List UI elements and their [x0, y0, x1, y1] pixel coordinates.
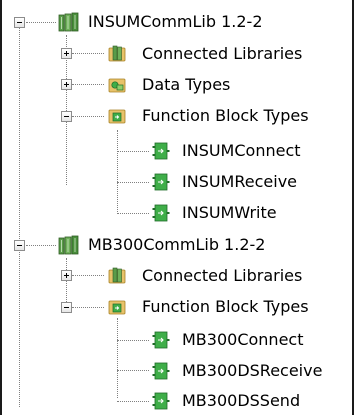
lib1-data-types-label: Data Types: [142, 75, 231, 94]
lib1-function-block-types-label: Function Block Types: [142, 106, 309, 125]
expand-lib1-connected-toggle[interactable]: [61, 48, 72, 59]
collapse-lib2-toggle[interactable]: [14, 240, 25, 251]
tree-node-mb300-connect[interactable]: MB300Connect: [152, 324, 303, 355]
collapse-lib1-toggle[interactable]: [14, 17, 25, 28]
fb-item-label: INSUMConnect: [182, 141, 301, 160]
lib2-connected-libraries-label: Connected Libraries: [142, 266, 303, 285]
library-books-icon: [58, 12, 80, 32]
lib2-name: MB300CommLib 1.2-2: [88, 235, 266, 254]
connector: [117, 213, 149, 214]
tree-node-lib1-connected-libraries[interactable]: Connected Libraries: [108, 38, 302, 69]
fb-item-label: INSUMWrite: [182, 203, 277, 222]
tree-node-lib2-function-block-types[interactable]: Function Block Types: [108, 291, 309, 322]
function-block-icon: [152, 173, 170, 191]
function-block-types-icon: [108, 107, 126, 125]
tree-line-lib1-fb: [117, 130, 118, 214]
library-books-icon: [58, 235, 80, 255]
function-block-types-icon: [108, 298, 126, 316]
data-types-icon: [108, 76, 126, 94]
connector: [72, 116, 104, 117]
left-border: [0, 0, 2, 415]
fb-item-label: INSUMReceive: [182, 172, 297, 191]
connector: [26, 22, 56, 23]
function-block-icon: [152, 392, 170, 410]
collapse-lib1-fbtypes-toggle[interactable]: [61, 111, 72, 122]
connector: [72, 275, 104, 276]
connector: [117, 151, 149, 152]
tree-node-insum-receive[interactable]: INSUMReceive: [152, 166, 297, 197]
connector: [117, 340, 149, 341]
connector: [117, 182, 149, 183]
connector: [72, 307, 104, 308]
function-block-icon: [152, 331, 170, 349]
connector: [26, 245, 56, 246]
connector: [117, 401, 149, 402]
tree-line-root: [19, 22, 20, 407]
tree-node-lib2-connected-libraries[interactable]: Connected Libraries: [108, 260, 302, 291]
lib1-connected-libraries-label: Connected Libraries: [142, 44, 303, 63]
fb-item-label: MB300DSSend: [182, 391, 301, 410]
connected-libraries-icon: [108, 267, 126, 285]
collapse-lib2-fbtypes-toggle[interactable]: [61, 302, 72, 313]
tree-node-lib1[interactable]: INSUMCommLib 1.2-2: [58, 6, 263, 37]
tree-node-mb300-ds-send[interactable]: MB300DSSend: [152, 385, 300, 416]
connector: [72, 84, 104, 85]
function-block-icon: [152, 362, 170, 380]
function-block-icon: [152, 204, 170, 222]
lib1-name: INSUMCommLib 1.2-2: [88, 12, 263, 31]
tree-node-insum-connect[interactable]: INSUMConnect: [152, 135, 301, 166]
lib2-function-block-types-label: Function Block Types: [142, 297, 309, 316]
fb-item-label: MB300DSReceive: [182, 361, 323, 380]
connected-libraries-icon: [108, 45, 126, 63]
expand-lib2-connected-toggle[interactable]: [61, 270, 72, 281]
tree-node-mb300-ds-receive[interactable]: MB300DSReceive: [152, 355, 322, 386]
tree-node-insum-write[interactable]: INSUMWrite: [152, 197, 277, 228]
connector: [117, 370, 149, 371]
function-block-icon: [152, 142, 170, 160]
connector: [72, 53, 104, 54]
tree-line-lib2-fb: [117, 318, 118, 398]
fb-item-label: MB300Connect: [182, 330, 304, 349]
tree-node-lib1-function-block-types[interactable]: Function Block Types: [108, 100, 309, 131]
expand-lib1-datatypes-toggle[interactable]: [61, 79, 72, 90]
tree-node-lib2[interactable]: MB300CommLib 1.2-2: [58, 229, 265, 260]
tree-node-lib1-data-types[interactable]: Data Types: [108, 69, 230, 100]
